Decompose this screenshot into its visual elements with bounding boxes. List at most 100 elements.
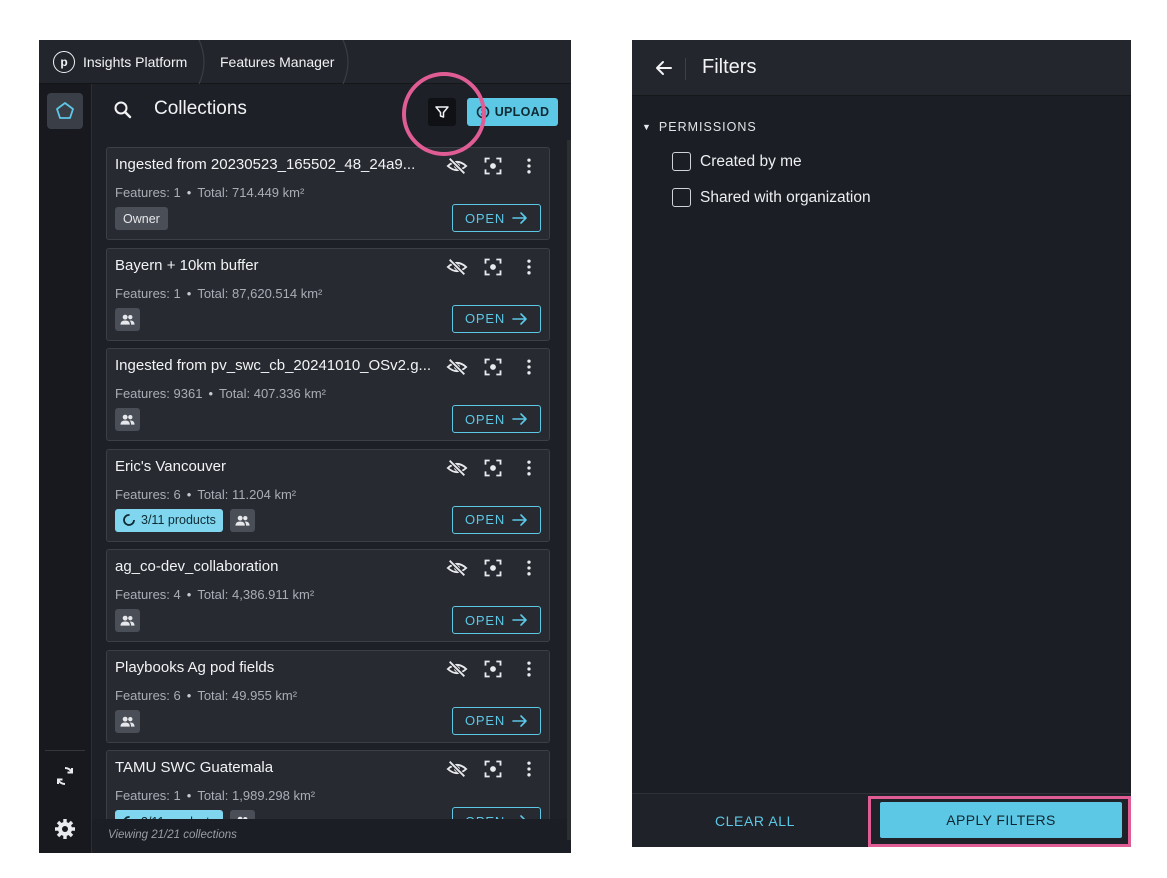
created-by-me-checkbox[interactable] <box>672 152 691 171</box>
more-icon[interactable] <box>517 757 541 781</box>
features-count: Features: 1 <box>115 185 181 200</box>
breadcrumb-app-label: Insights Platform <box>83 54 188 70</box>
focus-icon[interactable] <box>481 255 505 279</box>
filter-option-created-by-me[interactable]: Created by me <box>672 152 802 171</box>
shared-tag <box>115 408 140 431</box>
group-icon <box>235 514 250 527</box>
collections-panel: p Insights Platform Features Manager Col… <box>39 40 571 853</box>
hide-icon[interactable] <box>445 657 469 681</box>
shared-with-organization-checkbox[interactable] <box>672 188 691 207</box>
filter-highlight-circle <box>402 72 486 156</box>
meta-separator: • <box>208 386 214 401</box>
more-icon[interactable] <box>517 556 541 580</box>
map-strip <box>567 140 571 840</box>
permissions-section-toggle[interactable]: ▼ PERMISSIONS <box>642 120 757 134</box>
collection-meta: Features: 1 • Total: 1,989.298 km² <box>115 788 315 803</box>
collections-rail-button[interactable] <box>47 93 83 129</box>
more-icon[interactable] <box>517 657 541 681</box>
features-count: Features: 6 <box>115 486 181 502</box>
focus-icon[interactable] <box>481 657 505 681</box>
collection-card[interactable]: Ingested from pv_swc_cb_20241010_OSv2.g.… <box>106 348 550 441</box>
collection-name: Ingested from pv_swc_cb_20241010_OSv2.g.… <box>115 357 432 374</box>
arrow-right-icon <box>512 513 528 527</box>
rail-divider <box>45 750 85 751</box>
search-icon[interactable] <box>111 98 135 122</box>
apply-filters-button[interactable]: APPLY FILTERS <box>880 802 1122 838</box>
meta-separator: • <box>186 687 192 703</box>
focus-icon[interactable] <box>481 757 505 781</box>
total-label: Total: <box>197 185 229 200</box>
hide-icon[interactable] <box>445 757 469 781</box>
focus-icon[interactable] <box>481 154 505 178</box>
shared-tag <box>115 609 140 632</box>
collection-tags <box>115 709 140 734</box>
open-button[interactable]: OPEN <box>452 204 541 232</box>
open-button[interactable]: OPEN <box>452 706 541 735</box>
total-label: Total: <box>219 386 251 401</box>
focus-icon[interactable] <box>481 355 505 379</box>
features-count: Features: 1 <box>115 788 181 803</box>
hide-icon[interactable] <box>445 456 469 480</box>
collection-card[interactable]: Ingested from 20230523_165502_48_24a9...… <box>106 147 550 240</box>
sync-icon[interactable] <box>53 764 77 788</box>
collection-card[interactable]: TAMU SWC Guatemala Features: 1 • Total: 1,9… <box>106 750 550 819</box>
open-button[interactable]: OPEN <box>452 807 541 819</box>
hide-icon[interactable] <box>445 255 469 279</box>
back-arrow-icon[interactable] <box>652 56 676 80</box>
collection-tags <box>115 609 140 633</box>
focus-icon[interactable] <box>481 456 505 480</box>
shared-with-organization-label: Shared with organization <box>700 188 871 206</box>
open-button[interactable]: OPEN <box>452 505 541 534</box>
collection-name: Playbooks Ag pod fields <box>115 658 275 676</box>
more-icon[interactable] <box>517 154 541 178</box>
collection-meta: Features: 1 • Total: 714.449 km² <box>115 185 304 200</box>
progress-icon <box>122 513 136 527</box>
breadcrumb-app[interactable]: p Insights Platform <box>53 40 187 84</box>
open-label: OPEN <box>464 411 506 427</box>
collection-card[interactable]: Bayern + 10km buffer Features: 1 • Total: 8… <box>106 247 550 341</box>
open-label: OPEN <box>464 713 506 728</box>
created-by-me-label: Created by me <box>700 152 802 170</box>
collection-name: TAMU SWC Guatemala <box>115 759 274 776</box>
hide-icon[interactable] <box>445 556 469 580</box>
clear-all-button[interactable]: CLEAR ALL <box>690 808 820 834</box>
open-button[interactable]: OPEN <box>452 606 541 634</box>
collections-content: Collections UPLOAD Ingested from 2023052… <box>92 84 571 853</box>
more-icon[interactable] <box>517 255 541 279</box>
meta-separator: • <box>186 185 192 200</box>
products-tag[interactable]: 3/11 products <box>115 810 223 819</box>
status-bar: Viewing 21/21 collections <box>92 819 571 853</box>
total-label: Total: <box>197 587 229 602</box>
open-button[interactable]: OPEN <box>452 304 541 333</box>
hide-icon[interactable] <box>445 154 469 178</box>
breadcrumb-page[interactable]: Features Manager <box>220 40 334 84</box>
filters-panel: Filters ▼ PERMISSIONS Created by me Shar… <box>632 40 1131 847</box>
total-value: 4,386.911 km² <box>232 587 315 602</box>
caret-down-icon: ▼ <box>642 122 651 132</box>
owner-tag: Owner <box>115 207 168 230</box>
more-icon[interactable] <box>517 355 541 379</box>
shared-tag <box>115 307 140 331</box>
shared-tag <box>115 709 140 733</box>
collection-card[interactable]: Eric's Vancouver Features: 6 • Total: 11.20… <box>106 448 550 542</box>
settings-icon[interactable] <box>53 817 77 841</box>
collection-tags: 3/11 products <box>115 508 255 533</box>
collection-name: Bayern + 10km buffer <box>115 256 259 274</box>
group-icon <box>120 413 135 426</box>
arrow-right-icon <box>512 613 528 627</box>
focus-icon[interactable] <box>481 556 505 580</box>
group-icon <box>120 715 135 728</box>
collection-card[interactable]: ag_co-dev_collaboration Features: 4 • Total… <box>106 549 550 642</box>
open-button[interactable]: OPEN <box>452 405 541 433</box>
more-icon[interactable] <box>517 456 541 480</box>
filters-header: Filters <box>632 40 1131 96</box>
products-tag[interactable]: 3/11 products <box>115 508 223 532</box>
hide-icon[interactable] <box>445 355 469 379</box>
features-count: Features: 4 <box>115 587 181 602</box>
meta-separator: • <box>186 486 192 502</box>
filter-option-shared-with-organization[interactable]: Shared with organization <box>672 188 871 207</box>
collection-card[interactable]: Playbooks Ag pod fields Features: 6 • Total… <box>106 649 550 743</box>
open-label: OPEN <box>464 210 506 226</box>
arrow-right-icon <box>512 312 528 326</box>
breadcrumb-separator <box>342 40 349 84</box>
